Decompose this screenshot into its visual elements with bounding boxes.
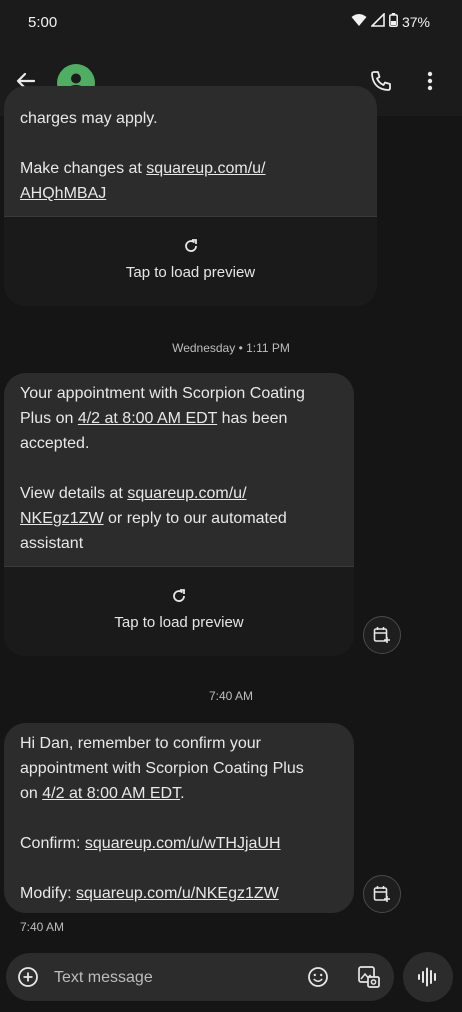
message-text-line: Plus on 4/2 at 8:00 AM EDT has been <box>20 410 288 427</box>
message-text-line: View details at squareup.com/u/ <box>20 485 247 502</box>
date-separator: Wednesday • 1:11 PM <box>172 341 290 355</box>
message-link[interactable]: squareup.com/u/ <box>146 160 265 177</box>
compose-bar <box>6 953 394 1001</box>
message-text-line: Confirm: squareup.com/u/wTHJjaUH <box>20 835 281 852</box>
message-text-line: Modify: squareup.com/u/NKEgz1ZW <box>20 885 279 902</box>
message-bubble[interactable]: charges may apply. Make changes at squar… <box>4 86 377 306</box>
signal-icon <box>370 12 385 30</box>
load-preview-button[interactable]: Tap to load preview <box>4 216 377 306</box>
status-icons: 37% <box>351 12 430 30</box>
call-button[interactable] <box>368 68 394 94</box>
message-input[interactable] <box>52 965 276 991</box>
status-time: 5:00 <box>28 14 58 31</box>
voice-waveform-icon <box>418 967 436 987</box>
message-link[interactable]: AHQhMBAJ <box>20 185 106 202</box>
more-vert-icon <box>427 71 433 91</box>
refresh-icon <box>184 239 197 252</box>
message-text-line: NKEgz1ZW or reply to our automated <box>20 510 287 527</box>
message-text-line: charges may apply. <box>20 110 158 127</box>
add-to-calendar-button[interactable] <box>363 616 401 654</box>
message-bubble[interactable]: Hi Dan, remember to confirm your appoint… <box>4 723 354 913</box>
emoji-icon <box>308 967 328 987</box>
refresh-icon <box>173 589 185 602</box>
message-text-line: accepted. <box>20 435 90 452</box>
message-text-line: Hi Dan, remember to confirm your <box>20 735 261 752</box>
status-bar: 5:00 37% <box>0 0 462 46</box>
messages-screen: 5:00 37% charges may apply. Make changes… <box>0 0 462 1012</box>
calendar-add-icon <box>373 886 390 902</box>
message-link[interactable]: squareup.com/u/ <box>127 485 246 502</box>
message-link[interactable]: NKEgz1ZW <box>20 510 104 527</box>
message-text-line: Make changes at squareup.com/u/ <box>20 160 266 177</box>
preview-label: Tap to load preview <box>114 614 244 631</box>
load-preview-button[interactable]: Tap to load preview <box>4 566 354 656</box>
wifi-icon <box>351 13 367 30</box>
preview-label: Tap to load preview <box>125 264 256 281</box>
more-options-button[interactable] <box>418 68 442 94</box>
message-text-line: appointment with Scorpion Coating Plus <box>20 760 304 777</box>
battery-percent: 37% <box>401 13 430 30</box>
message-link[interactable]: 4/2 at 8:00 AM EDT <box>42 785 180 802</box>
battery-icon <box>389 13 398 30</box>
message-text-line: on 4/2 at 8:00 AM EDT. <box>20 785 185 802</box>
message-link[interactable]: squareup.com/u/NKEgz1ZW <box>76 885 279 902</box>
calendar-add-icon <box>373 627 390 643</box>
emoji-button[interactable] <box>306 965 330 989</box>
message-text-line: Your appointment with Scorpion Coating <box>20 385 305 402</box>
add-to-calendar-button[interactable] <box>363 875 401 913</box>
message-bubble[interactable]: Your appointment with Scorpion Coating P… <box>4 373 354 656</box>
message-text-line: assistant <box>20 535 84 552</box>
gallery-icon <box>358 966 380 988</box>
time-separator: 7:40 AM <box>208 689 254 703</box>
message-link[interactable]: 4/2 at 8:00 AM EDT <box>78 410 217 427</box>
add-circle-icon <box>18 967 38 987</box>
attach-button[interactable] <box>16 965 40 989</box>
message-timestamp: 7:40 AM <box>20 920 65 934</box>
phone-icon <box>371 71 391 91</box>
voice-message-button[interactable] <box>403 952 453 1002</box>
message-list: charges may apply. Make changes at squar… <box>0 86 462 952</box>
message-link[interactable]: squareup.com/u/wTHJjaUH <box>85 835 281 852</box>
gallery-button[interactable] <box>356 964 382 990</box>
